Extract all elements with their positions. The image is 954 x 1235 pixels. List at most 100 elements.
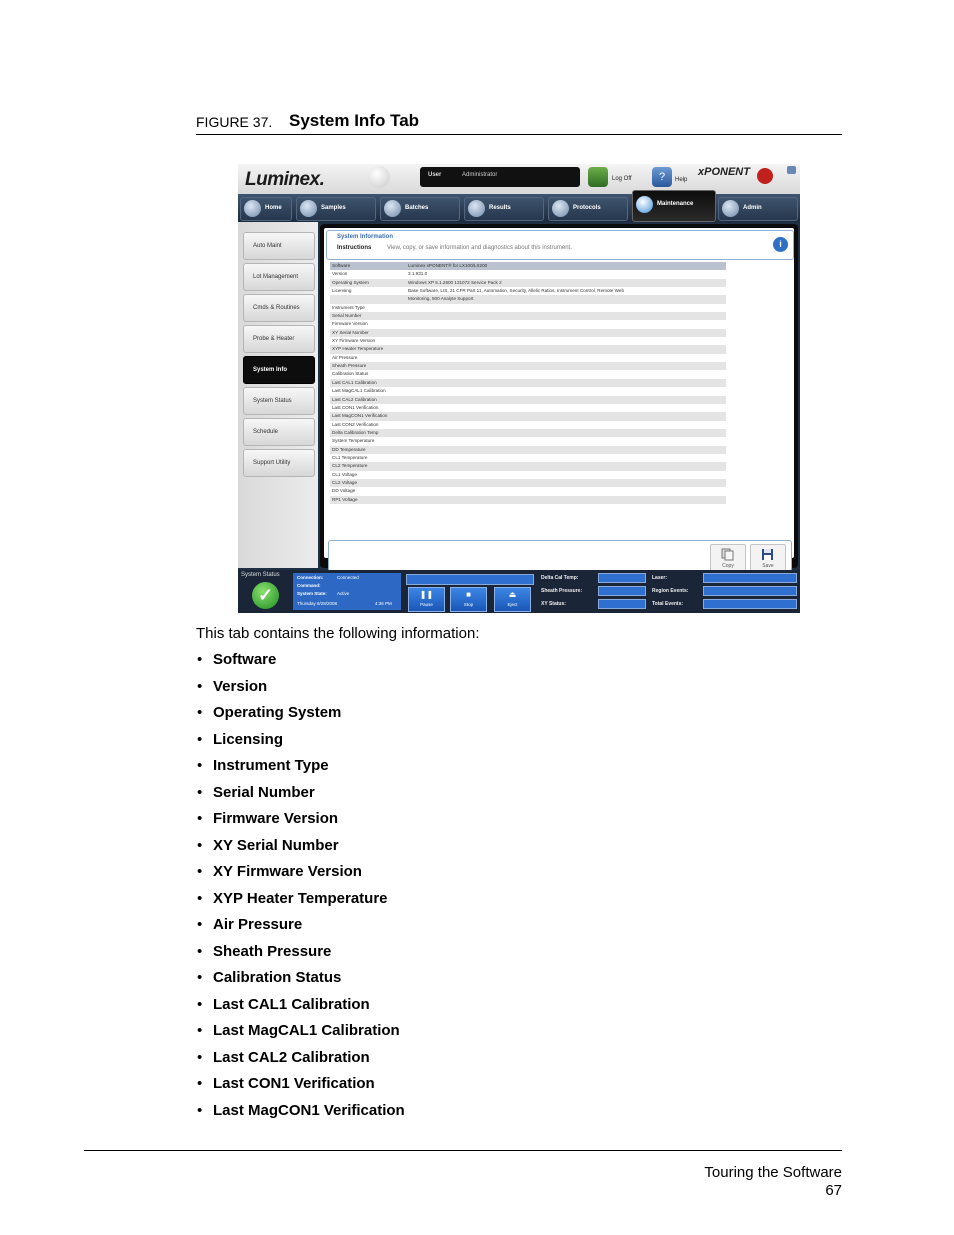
command-label: Command: [297,583,321,588]
list-item-label: Last MagCAL1 Calibration [213,1022,400,1039]
software-screenshot: Luminex. User Administrator Log Off ? He… [238,164,800,613]
bullet-icon: • [197,651,203,668]
log-off-icon[interactable] [588,167,608,187]
row-key: CL1 Temperature [332,454,368,460]
help-icon[interactable]: ? [652,167,672,187]
admin-icon [722,200,739,217]
list-item-label: Last MagCON1 Verification [213,1101,405,1119]
system-info-table: Software Luminex xPONENT® for LX100/LX200… [330,262,726,504]
eject-button[interactable]: ⏏ Eject [494,587,531,612]
row-value: Monitoring, 500 Analyte Support [408,296,474,302]
table-row: Last MagCON1 Verification [330,412,726,421]
row-key: DD Voltage [332,488,356,494]
delta-cal-temp-value [598,573,646,583]
bullet-icon: • [197,1101,203,1119]
sheath-pressure-label: Sheath Pressure: [541,588,583,594]
tab-results[interactable]: Results [464,197,544,221]
log-off-label[interactable]: Log Off [612,176,632,182]
row-key: Operating System [332,279,369,285]
tab-protocols[interactable]: Protocols [548,197,628,221]
table-row: Delta Calibration Temp [330,428,726,438]
table-row: Serial Number [330,312,726,321]
bullet-icon: • [197,757,203,774]
list-item-label: Last CAL2 Calibration [213,1048,370,1066]
row-key: Licensing [332,288,352,294]
protocols-icon [552,200,569,217]
bullet-icon: • [197,677,203,695]
bullet-icon: • [197,730,203,748]
table-row: CL2 Voltage [330,478,726,488]
connection-label: Connection: [297,575,324,580]
figure-title: FIGURE 37. System Info Tab [196,110,842,135]
bullet-icon: • [197,863,203,880]
row-key: CL2 Voltage [332,479,358,485]
table-row: RP1 Voltage [330,495,726,504]
help-label[interactable]: Help [675,177,687,183]
sidebar-item-lot-management[interactable]: Lot Management [243,263,315,291]
row-key: Firmware Version [332,321,368,327]
delta-cal-temp-label: Delta Cal Temp: [541,575,579,581]
row-key: Last CAL1 Calibration [332,379,377,385]
tab-maintenance[interactable]: Maintenance [632,190,716,222]
pause-icon: ❚❚ [419,590,434,599]
figure-number: FIGURE 37. [196,114,273,130]
save-button[interactable]: Save [750,544,786,572]
laser-value [703,573,797,583]
stop-icon: ■ [466,590,471,599]
sidebar-item-system-status[interactable]: System Status [243,387,315,415]
header-title: System Information [337,234,394,240]
system-info-main: System Information Instructions View, co… [320,224,798,572]
bullet-icon: • [197,969,203,986]
tab-home[interactable]: Home [240,197,292,221]
row-key: XYP Heater Temperature [332,346,384,352]
user-value: Administrator [462,172,498,178]
table-row: Last CAL2 Calibration [330,395,726,404]
sidebar-item-probe-heater[interactable]: Probe & Heater [243,325,315,353]
stop-button[interactable]: ■ Stop [450,587,487,612]
status-ok-icon: ✓ [252,582,279,609]
row-value: 3.1.931.0 [408,271,428,277]
region-events-label: Region Events: [652,588,689,594]
row-key: Sheath Pressure [332,363,367,369]
pause-button[interactable]: ❚❚ Pause [408,587,445,612]
table-row: Firmware Version [330,320,726,328]
bullet-icon: • [197,1075,203,1092]
sheath-pressure-value [598,586,646,596]
row-key: Version [332,271,348,277]
samples-icon [300,200,317,217]
table-row: XY Serial Number [330,328,726,338]
figure-name: System Info Tab [289,111,420,130]
brand-dot-icon [757,168,773,184]
row-key: Last CON2 Verification [332,421,379,427]
list-item-label: Air Pressure [213,916,303,933]
info-icon[interactable]: i [773,237,788,252]
bullet-icon: • [197,836,203,854]
xy-status-value [598,599,646,609]
list-item-label: XY Firmware Version [213,863,362,880]
window-control-icon[interactable] [787,166,796,174]
tab-batches[interactable]: Batches [380,197,460,221]
list-item-label: Licensing [213,730,284,748]
row-key: Last CON1 Verification [332,404,379,410]
maintenance-sidebar: Auto Maint Lot Management Cmds & Routine… [238,222,318,568]
bullet-icon: • [197,810,203,827]
user-label: User [428,172,442,178]
sidebar-item-system-info[interactable]: System Info [243,356,315,384]
sidebar-item-support-utility[interactable]: Support Utility [243,449,315,477]
tab-samples[interactable]: Samples [296,197,376,221]
laser-label: Laser: [652,575,668,581]
sidebar-item-schedule[interactable]: Schedule [243,418,315,446]
list-item-label: Operating System [213,704,342,721]
copy-button[interactable]: Copy [710,544,746,572]
progress-bar [406,574,534,585]
tab-admin[interactable]: Admin [718,197,798,221]
sidebar-item-auto-maint[interactable]: Auto Maint [243,232,315,260]
table-row: Monitoring, 500 Analyte Support [330,295,726,304]
sidebar-item-cmds-routines[interactable]: Cmds & Routines [243,294,315,322]
list-item-label: Firmware Version [213,810,339,827]
bullet-icon: • [197,1022,203,1039]
maintenance-icon [636,196,653,213]
top-bar: Luminex. User Administrator Log Off ? He… [238,164,800,194]
footer-rule [84,1150,842,1151]
home-icon [244,200,261,217]
